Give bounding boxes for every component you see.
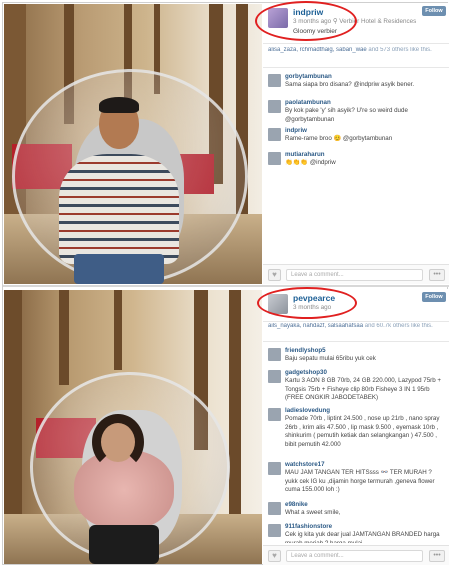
comment-avatar[interactable]: [268, 408, 281, 421]
comment: e98nike What a sweet smile,: [268, 501, 446, 521]
comment-input[interactable]: Leave a comment...: [286, 269, 423, 281]
comment-bar: ♥ Leave a comment... •••: [263, 264, 449, 284]
comment-bar: ♥ Leave a comment... •••: [263, 545, 449, 565]
comment-username[interactable]: paolatambunan: [285, 99, 331, 106]
more-icon[interactable]: •••: [429, 269, 445, 281]
comment: indpriw Rame-rame broo 😊 @gorbytambunan: [268, 127, 446, 149]
instagram-post-2: pevpearce 3 months ago Follow ails_nayak…: [3, 287, 449, 566]
username-highlight-circle: [257, 287, 357, 319]
comment: mutiaraharun 👏👏👏 @indpriw: [268, 151, 446, 173]
comment-username[interactable]: e98nike: [285, 501, 308, 508]
comment-avatar[interactable]: [268, 128, 281, 141]
comment: watchstore17 MAU JAM TANGAN TER HITSsss …: [268, 461, 446, 499]
comment: paolatambunan By kok pake 'y' sih asyik?…: [268, 99, 446, 129]
likers[interactable]: alisa_zaza, rchmadthaig, saban_wae: [268, 47, 367, 53]
comment-text: Rame-rame broo 😊 @gorbytambunan: [285, 135, 393, 142]
comment: ladieslovedung Pomade 70rb , liptint 24.…: [268, 407, 446, 459]
comment: friendlyshop5 Baju sepatu mulai 65ribu y…: [268, 347, 446, 367]
post-header: indpriw 3 months ago ⚲ Verbier Hotel & R…: [255, 1, 449, 41]
comment-text: MAU JAM TANGAN TER HITSsss 👓 TER MURAH ?…: [285, 469, 435, 493]
comment: gadgetshop30 Kartu 3 AON 8 GB 70rb, 24 G…: [268, 369, 446, 407]
screenshot-frame: indpriw 3 months ago ⚲ Verbier Hotel & R…: [2, 1, 449, 566]
likes-rest: and 573 others like this.: [368, 47, 432, 53]
likers[interactable]: ails_nayaka, nahdazf, salsaahafsaa: [268, 323, 363, 329]
comment-text: By kok pake 'y' sih asyik? U're so weird…: [285, 107, 408, 123]
comment-avatar[interactable]: [268, 370, 281, 383]
comment-text: Sama siapa bro disana? @indpriw asyik be…: [285, 81, 415, 88]
post-photo[interactable]: [4, 4, 262, 284]
comment-username[interactable]: watchstore17: [285, 461, 325, 468]
comment-text: 👏👏👏 @indpriw: [285, 159, 336, 166]
comment-input[interactable]: Leave a comment...: [286, 550, 423, 562]
comment-avatar[interactable]: [268, 74, 281, 87]
comment-avatar[interactable]: [268, 100, 281, 113]
username-highlight-circle: [255, 1, 357, 41]
comment-username[interactable]: indpriw: [285, 127, 307, 134]
comment-avatar[interactable]: [268, 152, 281, 165]
post-sidebar: pevpearce 3 months ago Follow ails_nayak…: [257, 287, 449, 566]
comment-username[interactable]: gorbytambunan: [285, 73, 332, 80]
likes-summary: ails_nayaka, nahdazf, salsaahafsaa and 6…: [268, 323, 448, 329]
post-photo[interactable]: [4, 290, 262, 564]
comment-avatar[interactable]: [268, 502, 281, 515]
post-sidebar: indpriw 3 months ago ⚲ Verbier Hotel & R…: [255, 1, 449, 285]
comment-avatar[interactable]: [268, 462, 281, 475]
likes-rest: and 60.7k others like this.: [364, 323, 433, 329]
comment-text: Kartu 3 AON 8 GB 70rb, 24 GB 220.000, La…: [285, 377, 441, 401]
comment-username[interactable]: mutiaraharun: [285, 151, 325, 158]
heart-icon[interactable]: ♥: [268, 550, 281, 562]
follow-button[interactable]: Follow: [422, 292, 446, 302]
instagram-post-1: indpriw 3 months ago ⚲ Verbier Hotel & R…: [3, 1, 449, 287]
likes-summary: alisa_zaza, rchmadthaig, saban_wae and 5…: [268, 47, 448, 53]
comment-username[interactable]: friendlyshop5: [285, 347, 326, 354]
more-icon[interactable]: •••: [429, 550, 445, 562]
comment-avatar[interactable]: [268, 524, 281, 537]
heart-icon[interactable]: ♥: [268, 269, 281, 281]
comment: 911fashionstore Cek ig kita yuk dear jua…: [268, 523, 446, 543]
comment-text: Baju sepatu mulai 65ribu yuk cek: [285, 355, 376, 362]
comment-text: Pomade 70rb , liptint 24.500 , nose up 2…: [285, 415, 440, 448]
comment: gorbytambunan Sama siapa bro disana? @in…: [268, 73, 446, 97]
comment-username[interactable]: gadgetshop30: [285, 369, 327, 376]
comment-username[interactable]: ladieslovedung: [285, 407, 330, 414]
comment-text: What a sweet smile,: [285, 509, 341, 516]
comment-avatar[interactable]: [268, 348, 281, 361]
comment-text: Cek ig kita yuk dear jual JAMTANGAN BRAN…: [285, 531, 440, 543]
follow-button[interactable]: Follow: [422, 6, 446, 16]
post-header: pevpearce 3 months ago Follow: [257, 287, 449, 325]
comment-username[interactable]: 911fashionstore: [285, 523, 332, 530]
